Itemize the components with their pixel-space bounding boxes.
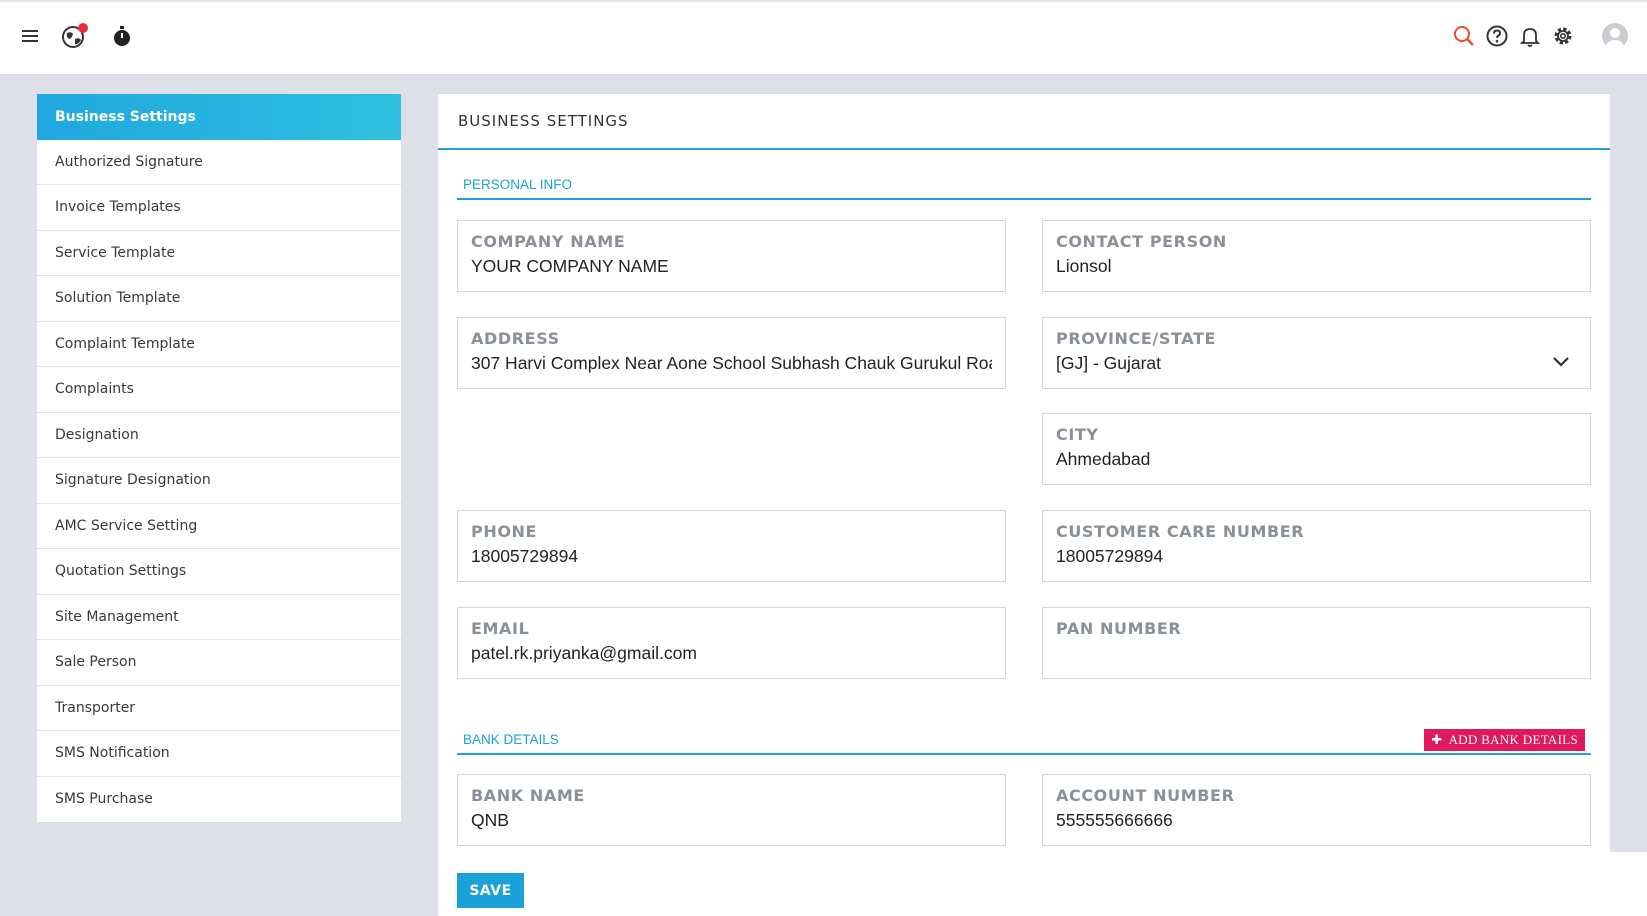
business-settings-panel: BUSINESS SETTINGS PERSONAL INFO COMPANY …: [438, 94, 1610, 852]
customer-care-number-value[interactable]: 18005729894: [1056, 545, 1577, 567]
email-field[interactable]: EMAIL patel.rk.priyanka@gmail.com: [457, 607, 1006, 679]
bank-name-value[interactable]: QNB: [471, 809, 992, 831]
sidebar-item-service-template[interactable]: Service Template: [37, 231, 401, 276]
company-name-value[interactable]: YOUR COMPANY NAME: [471, 255, 992, 277]
contact-person-label: CONTACT PERSON: [1056, 232, 1227, 251]
add-bank-details-label: ADD BANK DETAILS: [1448, 732, 1578, 747]
contact-person-field[interactable]: CONTACT PERSON Lionsol: [1042, 220, 1591, 292]
chevron-down-icon[interactable]: [1552, 356, 1570, 368]
bank-name-label: BANK NAME: [471, 786, 585, 805]
phone-label: PHONE: [471, 522, 538, 541]
sidebar-item-authorized-signature[interactable]: Authorized Signature: [37, 140, 401, 185]
phone-field[interactable]: PHONE 18005729894: [457, 510, 1006, 582]
top-bar-right: [1443, 22, 1629, 50]
phone-value[interactable]: 18005729894: [471, 545, 992, 567]
add-bank-details-button[interactable]: ✚ ADD BANK DETAILS: [1424, 729, 1585, 751]
address-field[interactable]: ADDRESS 307 Harvi Complex Near Aone Scho…: [457, 317, 1006, 389]
stopwatch-icon[interactable]: [110, 24, 134, 48]
sidebar-item-transporter[interactable]: Transporter: [37, 686, 401, 731]
personal-info-header: PERSONAL INFO: [457, 172, 1591, 200]
company-name-field[interactable]: COMPANY NAME YOUR COMPANY NAME: [457, 220, 1006, 292]
top-bar-left: [20, 22, 154, 50]
account-number-label: ACCOUNT NUMBER: [1056, 786, 1235, 805]
city-field[interactable]: CITY Ahmedabad: [1042, 413, 1591, 485]
bank-details-title: BANK DETAILS: [463, 732, 559, 747]
province-state-select[interactable]: PROVINCE/STATE [GJ] - Gujarat: [1042, 317, 1591, 389]
sidebar-item-amc-service-setting[interactable]: AMC Service Setting: [37, 504, 401, 549]
sidebar: Business Settings Authorized Signature I…: [37, 94, 401, 822]
save-button[interactable]: SAVE: [457, 873, 524, 908]
contact-person-value[interactable]: Lionsol: [1056, 255, 1577, 277]
top-bar: [0, 0, 1647, 74]
account-number-value[interactable]: 555555666666: [1056, 809, 1577, 831]
address-value[interactable]: 307 Harvi Complex Near Aone School Subha…: [471, 352, 992, 374]
account-number-field[interactable]: ACCOUNT NUMBER 555555666666: [1042, 774, 1591, 846]
pan-number-label: PAN NUMBER: [1056, 619, 1182, 638]
sidebar-item-site-management[interactable]: Site Management: [37, 595, 401, 640]
search-icon[interactable]: [1452, 24, 1476, 48]
plus-icon: ✚: [1431, 732, 1443, 748]
sidebar-item-signature-designation[interactable]: Signature Designation: [37, 458, 401, 504]
customer-care-number-field[interactable]: CUSTOMER CARE NUMBER 18005729894: [1042, 510, 1591, 582]
pan-number-field[interactable]: PAN NUMBER: [1042, 607, 1591, 679]
avatar-icon[interactable]: [1601, 22, 1629, 50]
menu-icon[interactable]: [20, 26, 40, 46]
email-label: EMAIL: [471, 619, 530, 638]
page-title: BUSINESS SETTINGS: [438, 94, 1610, 150]
help-icon[interactable]: [1485, 24, 1509, 48]
globe-icon[interactable]: [60, 22, 90, 50]
city-label: CITY: [1056, 425, 1099, 444]
sidebar-item-sms-purchase[interactable]: SMS Purchase: [37, 777, 401, 823]
sidebar-item-sms-notification[interactable]: SMS Notification: [37, 731, 401, 777]
sidebar-item-designation[interactable]: Designation: [37, 413, 401, 458]
sidebar-item-complaints[interactable]: Complaints: [37, 367, 401, 413]
sidebar-item-quotation-settings[interactable]: Quotation Settings: [37, 549, 401, 595]
company-name-label: COMPANY NAME: [471, 232, 626, 251]
customer-care-number-label: CUSTOMER CARE NUMBER: [1056, 522, 1305, 541]
sidebar-item-invoice-templates[interactable]: Invoice Templates: [37, 185, 401, 231]
bell-icon[interactable]: [1518, 24, 1542, 48]
sidebar-item-solution-template[interactable]: Solution Template: [37, 276, 401, 322]
footer-bar: SAVE: [438, 852, 1647, 916]
bank-name-field[interactable]: BANK NAME QNB: [457, 774, 1006, 846]
gear-icon[interactable]: [1551, 24, 1575, 48]
province-state-value[interactable]: [GJ] - Gujarat: [1056, 352, 1577, 374]
email-value[interactable]: patel.rk.priyanka@gmail.com: [471, 642, 992, 664]
sidebar-item-business-settings[interactable]: Business Settings: [37, 94, 401, 140]
city-value[interactable]: Ahmedabad: [1056, 448, 1577, 470]
personal-info-title: PERSONAL INFO: [463, 177, 573, 192]
address-label: ADDRESS: [471, 329, 560, 348]
bank-details-header: BANK DETAILS: [457, 727, 1591, 755]
sidebar-item-complaint-template[interactable]: Complaint Template: [37, 322, 401, 367]
province-state-label: PROVINCE/STATE: [1056, 329, 1217, 348]
sidebar-item-sale-person[interactable]: Sale Person: [37, 640, 401, 686]
